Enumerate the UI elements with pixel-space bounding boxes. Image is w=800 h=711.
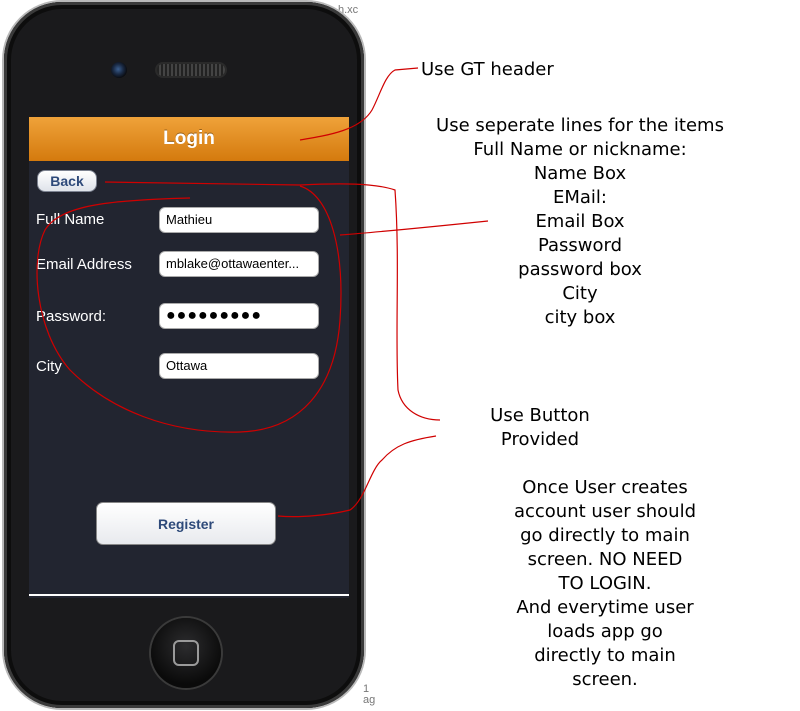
back-button[interactable]: Back: [37, 170, 97, 192]
button-annotation: Use Button Provided: [490, 405, 590, 450]
email-field[interactable]: mblake@ottawaenter...: [159, 251, 319, 277]
background-window-fragment-bottom: 1 ag: [363, 683, 376, 706]
home-button[interactable]: [151, 618, 221, 688]
flow-annotation: Once User creates account user should go…: [513, 477, 697, 690]
iphone-frame: Login Back Full Name Mathieu Email Addre…: [4, 2, 364, 708]
screen-divider: [29, 594, 349, 596]
header-annotation: Use GT header: [421, 59, 554, 80]
front-camera: [111, 62, 127, 78]
email-address-label: Email Address: [36, 256, 132, 273]
home-square-icon: [173, 640, 199, 666]
full-name-label: Full Name: [36, 211, 105, 228]
city-field[interactable]: Ottawa: [159, 353, 319, 379]
fields-annotation: Use seperate lines for the items Full Na…: [436, 115, 724, 328]
register-button[interactable]: Register: [96, 502, 276, 545]
earpiece-speaker: [155, 62, 227, 78]
page-title: Login: [163, 128, 215, 149]
password-field[interactable]: ●●●●●●●●●: [159, 303, 319, 329]
app-screen: Login Back Full Name Mathieu Email Addre…: [29, 117, 349, 598]
navigation-bar: Login: [29, 117, 349, 161]
password-label: Password:: [36, 308, 107, 325]
full-name-field[interactable]: Mathieu: [159, 207, 319, 233]
city-label: City: [36, 358, 62, 375]
